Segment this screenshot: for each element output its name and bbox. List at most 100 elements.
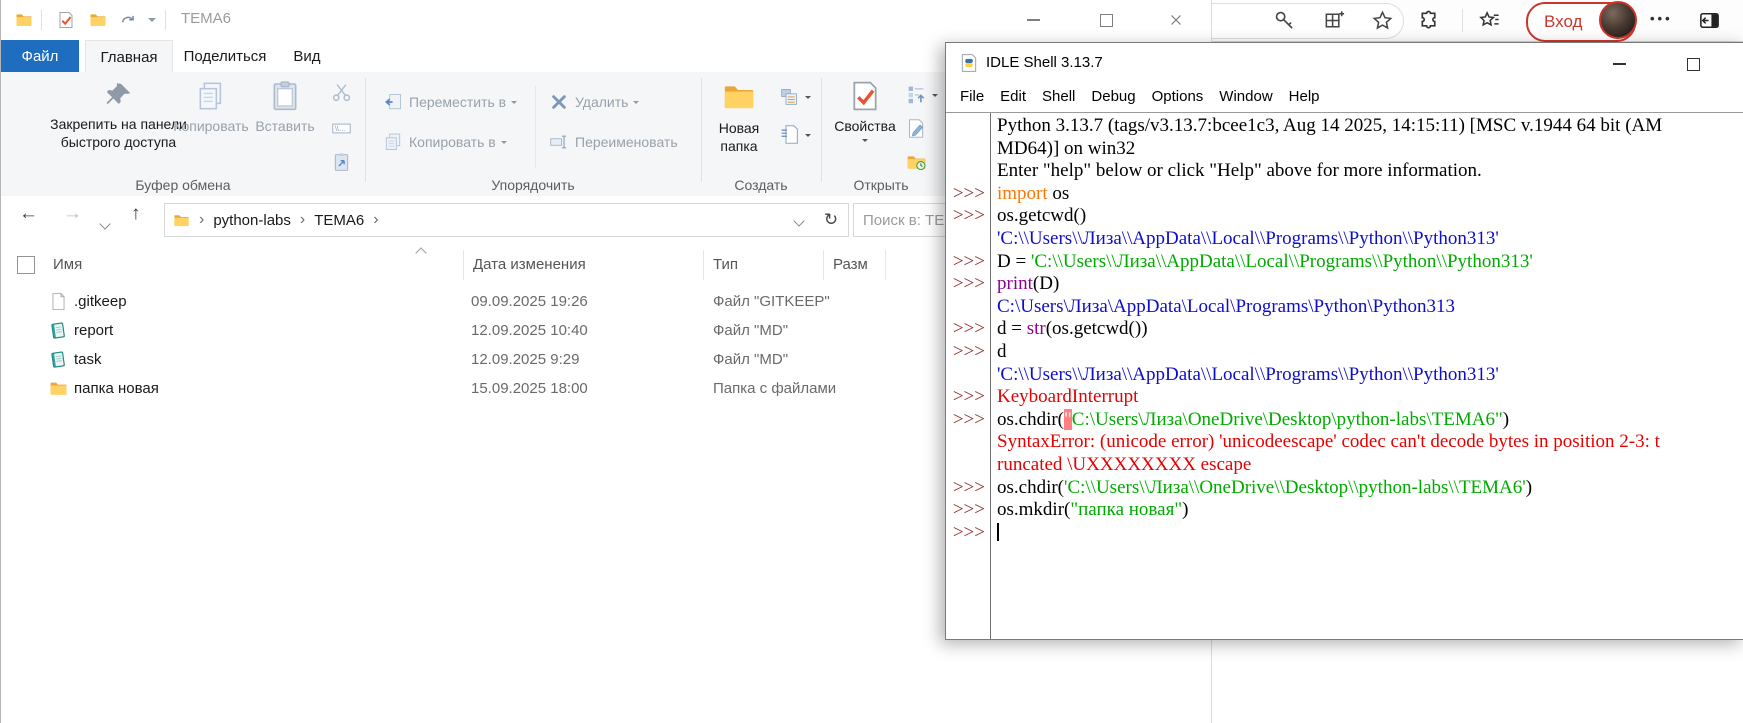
md-icon <box>49 321 68 340</box>
forward-arrow-icon[interactable]: → <box>63 203 82 225</box>
tabs-grid-icon[interactable] <box>1323 9 1346 32</box>
folder-icon[interactable] <box>15 11 33 29</box>
paste-shortcut-icon <box>331 152 352 173</box>
tab-share[interactable]: Поделиться <box>179 40 271 72</box>
passwords-key-icon[interactable] <box>1273 9 1296 32</box>
history-button[interactable] <box>906 152 927 173</box>
shell-line: Python 3.13.7 (tags/v3.13.7:bcee1c3, Aug… <box>946 115 1743 138</box>
maximize-button[interactable] <box>1083 0 1129 40</box>
menu-help[interactable]: Help <box>1281 85 1328 108</box>
folder-icon[interactable] <box>89 11 107 29</box>
properties-button[interactable]: Свойства <box>829 80 901 141</box>
shell-line: >>>D = 'C:\\Users\\Лиза\\AppData\\Local\… <box>946 251 1743 274</box>
select-all-checkbox[interactable] <box>17 256 35 274</box>
column-date[interactable]: Дата изменения <box>473 256 586 273</box>
file-name: task <box>74 351 102 368</box>
divider <box>41 10 42 30</box>
paste-icon <box>269 80 301 112</box>
rename-button[interactable]: Переименовать <box>549 132 678 152</box>
column-size[interactable]: Разм <box>833 256 868 273</box>
tab-view[interactable]: Вид <box>281 40 333 72</box>
redo-arrow-icon[interactable] <box>119 11 137 29</box>
avatar[interactable] <box>1599 1 1637 39</box>
extensions-puzzle-icon[interactable] <box>1418 9 1441 32</box>
group-open-label: Открыть <box>821 177 941 193</box>
collections-star-icon[interactable] <box>1478 9 1501 32</box>
recent-locations-icon[interactable] <box>101 212 109 234</box>
crumb-chevron: › <box>373 211 378 229</box>
file-name: report <box>74 322 113 339</box>
up-arrow-icon[interactable]: ↑ <box>131 203 141 225</box>
sidebar-toggle-icon[interactable] <box>1698 9 1721 32</box>
idle-window: IDLE Shell 3.13.7 FileEditShellDebugOpti… <box>945 42 1743 640</box>
idle-minimize-button[interactable] <box>1596 43 1642 85</box>
menu-edit[interactable]: Edit <box>992 85 1034 108</box>
shell-line: 'C:\\Users\\Лиза\\AppData\\Local\\Progra… <box>946 364 1743 387</box>
column-type[interactable]: Тип <box>713 256 738 273</box>
new-folder-label-1: Новая <box>719 120 760 136</box>
menu-window[interactable]: Window <box>1211 85 1280 108</box>
file-type: Файл "GITKEEP" <box>713 293 830 310</box>
qat-dropdown-icon[interactable] <box>148 18 156 26</box>
properties-check-icon[interactable] <box>57 11 75 29</box>
open-list-button[interactable] <box>906 84 938 105</box>
close-button[interactable] <box>1153 0 1199 40</box>
shell-line: runcated \UXXXXXXXX escape <box>946 454 1743 477</box>
breadcrumb-python-labs[interactable]: python-labs <box>213 212 291 229</box>
address-bar[interactable]: › python-labs › ТЕМА6 › <box>164 203 816 237</box>
menu-options[interactable]: Options <box>1144 85 1212 108</box>
menu-shell[interactable]: Shell <box>1034 85 1083 108</box>
shell-output: Python 3.13.7 (tags/v3.13.7:bcee1c3, Aug… <box>946 115 1743 544</box>
shell-line: C:\Users\Лиза\AppData\Local\Programs\Pyt… <box>946 296 1743 319</box>
move-to-label: Переместить в <box>409 94 506 110</box>
history-icon <box>906 152 927 173</box>
copy-to-button[interactable]: Копировать в <box>383 132 507 152</box>
new-folder-button[interactable]: Новая папка <box>707 80 771 155</box>
column-divider[interactable] <box>823 250 824 280</box>
browser-menu-dots-icon[interactable]: ••• <box>1650 11 1673 26</box>
shell-line: >>>os.mkdir("папка новая") <box>946 499 1743 522</box>
screenshot-stage: Вход ••• ТЕМА6 Файл Главная Поделиться <box>0 0 1743 723</box>
idle-maximize-button[interactable] <box>1670 43 1716 85</box>
bookmark-star-icon[interactable] <box>1371 9 1394 32</box>
column-divider[interactable] <box>463 250 464 280</box>
delete-button[interactable]: Удалить <box>549 92 639 112</box>
column-name[interactable]: Имя <box>53 256 82 273</box>
delete-x-icon <box>549 92 569 112</box>
breadcrumb-tema6[interactable]: ТЕМА6 <box>314 212 364 229</box>
move-to-button[interactable]: Переместить в <box>383 92 517 112</box>
group-create-label: Создать <box>701 177 821 193</box>
shell-line: >>>d = str(os.getcwd()) <box>946 318 1743 341</box>
divider <box>165 10 166 30</box>
menu-debug[interactable]: Debug <box>1083 85 1143 108</box>
copy-path-button[interactable] <box>331 118 352 139</box>
file-date: 12.09.2025 9:29 <box>471 351 579 368</box>
column-divider[interactable] <box>885 250 886 280</box>
tab-file[interactable]: Файл <box>1 40 79 72</box>
easy-access-button[interactable] <box>779 86 811 107</box>
shell-line: Enter "help" below or click "Help" above… <box>946 160 1743 183</box>
back-arrow-icon[interactable]: ← <box>19 203 38 225</box>
tab-home[interactable]: Главная <box>85 40 173 73</box>
idle-titlebar[interactable]: IDLE Shell 3.13.7 <box>946 43 1743 85</box>
shell-line: >>>os.chdir("C:\Users\Лиза\OneDrive\Desk… <box>946 409 1743 432</box>
idle-shell-text-area[interactable]: Python 3.13.7 (tags/v3.13.7:bcee1c3, Aug… <box>946 112 1743 639</box>
menu-file[interactable]: File <box>952 85 992 108</box>
paste-shortcut-button[interactable] <box>331 152 352 173</box>
delete-label: Удалить <box>575 94 628 110</box>
prompt: >>> <box>946 386 990 409</box>
open-list-icon <box>906 84 927 105</box>
paste-button[interactable]: Вставить <box>246 80 324 135</box>
new-item-button[interactable] <box>779 124 811 145</box>
minimize-button[interactable] <box>1010 0 1056 40</box>
sort-ascending-icon <box>415 247 426 258</box>
new-item-icon <box>779 124 800 145</box>
python-file-icon <box>959 53 979 73</box>
column-divider[interactable] <box>703 250 704 280</box>
signin-button[interactable]: Вход <box>1526 2 1636 42</box>
cut-button[interactable] <box>331 82 352 103</box>
prompt: >>> <box>946 477 990 500</box>
edit-button[interactable] <box>906 118 927 139</box>
refresh-button[interactable]: ↻ <box>814 203 849 237</box>
address-dropdown-icon[interactable] <box>795 212 803 229</box>
